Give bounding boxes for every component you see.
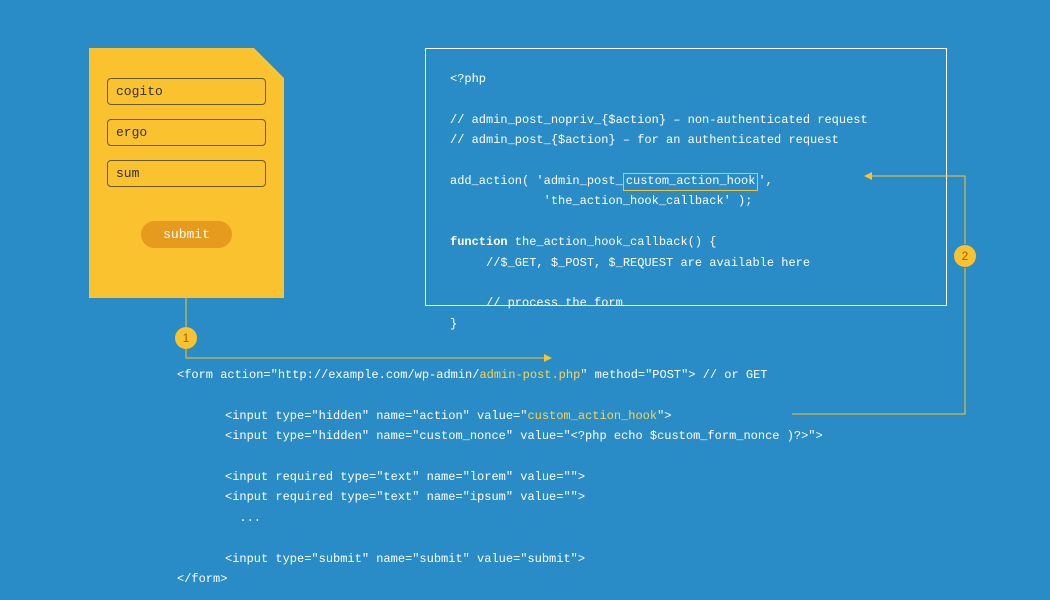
php-add-action: add_action( 'admin_post_custom_action_ho…	[450, 171, 922, 191]
add-action-suffix: ',	[758, 174, 772, 188]
keyword-function: function	[450, 235, 508, 249]
php-comment-2: // admin_post_{$action} – for an authent…	[450, 130, 922, 150]
field-ergo[interactable]	[107, 119, 266, 146]
field-sum[interactable]	[107, 160, 266, 187]
field-cogito[interactable]	[107, 78, 266, 105]
input-dots: ...	[177, 508, 823, 528]
step-badge-1: 1	[175, 327, 197, 349]
form-card: submit	[89, 48, 284, 298]
php-comment-1: // admin_post_nopriv_{$action} – non-aut…	[450, 110, 922, 130]
form-open-c: " method="POST"> // or GET	[580, 368, 767, 382]
php-add-action-l2: 'the_action_hook_callback' );	[450, 191, 922, 211]
submit-button[interactable]: submit	[141, 221, 232, 248]
input-action-c: ">	[657, 409, 671, 423]
form-close-tag: </form>	[177, 569, 823, 589]
html-code-block: <form action="http://example.com/wp-admi…	[177, 365, 823, 589]
input-submit: <input type="submit" name="submit" value…	[177, 549, 823, 569]
form-open-a: <form action="http://example.com/wp-admi…	[177, 368, 479, 382]
php-open: <?php	[450, 69, 922, 89]
php-fn-comment-2: // process the form	[450, 293, 922, 313]
add-action-prefix: add_action( 'admin_post_	[450, 174, 623, 188]
step-badge-2: 2	[954, 245, 976, 267]
input-action: <input type="hidden" name="action" value…	[177, 406, 823, 426]
php-fn-close: }	[450, 314, 922, 334]
php-function: function the_action_hook_callback() {	[450, 232, 922, 252]
hook-name-box: custom_action_hook	[623, 173, 759, 191]
function-signature: the_action_hook_callback() {	[508, 235, 717, 249]
php-fn-comment-1: //$_GET, $_POST, $_REQUEST are available…	[450, 253, 922, 273]
input-ipsum: <input required type="text" name="ipsum"…	[177, 487, 823, 507]
form-open-tag: <form action="http://example.com/wp-admi…	[177, 365, 823, 385]
input-action-highlight: custom_action_hook	[527, 409, 657, 423]
input-action-a: <input type="hidden" name="action" value…	[225, 409, 527, 423]
input-nonce: <input type="hidden" name="custom_nonce"…	[177, 426, 823, 446]
form-open-highlight: admin-post.php	[479, 368, 580, 382]
input-lorem: <input required type="text" name="lorem"…	[177, 467, 823, 487]
php-code-panel: <?php // admin_post_nopriv_{$action} – n…	[425, 48, 947, 306]
